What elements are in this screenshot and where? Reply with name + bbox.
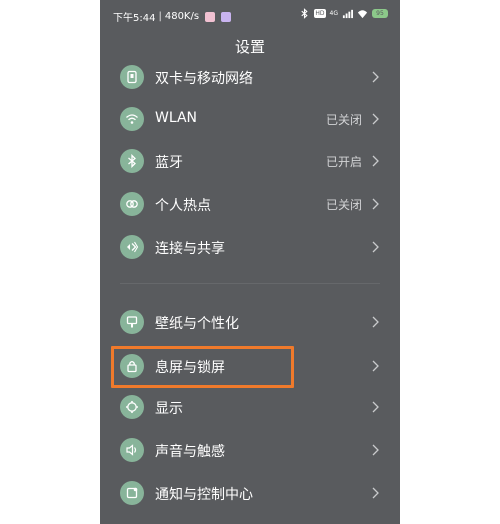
hd-badge: HD	[314, 9, 326, 18]
settings-item-status: 已关闭	[325, 198, 362, 212]
chevron-right-icon	[372, 155, 379, 167]
battery-indicator: 95	[372, 9, 388, 18]
section-divider	[120, 283, 380, 284]
wifi-icon	[120, 107, 144, 131]
settings-item-label: WLAN	[155, 110, 198, 126]
notification-app-icon	[221, 11, 232, 22]
sound-icon	[120, 438, 144, 462]
chevron-right-icon	[372, 401, 379, 413]
chevron-right-icon	[372, 241, 379, 253]
status-time: 下午5:44	[113, 13, 156, 24]
sim-card-icon	[120, 65, 144, 89]
signal-icon	[342, 9, 353, 19]
status-separator: |	[158, 11, 162, 22]
settings-item-status: 已关闭	[325, 113, 362, 127]
settings-item-label: 声音与触感	[155, 444, 225, 460]
settings-item-bluetooth[interactable]: 蓝牙 已开启	[100, 140, 400, 182]
settings-item-wallpaper[interactable]: 壁纸与个性化	[100, 301, 400, 343]
settings-item-label: 通知与控制中心	[155, 487, 253, 503]
network-type: 4G	[329, 9, 338, 17]
settings-item-hotspot[interactable]: 个人热点 已关闭	[100, 183, 400, 225]
bluetooth-status-icon	[301, 8, 309, 19]
settings-item-label: 壁纸与个性化	[155, 316, 239, 332]
chevron-right-icon	[372, 487, 379, 499]
phone-screen: 下午5:44 | 480K/s HD 4G 95 设置 双卡与移动网络 WLAN…	[100, 0, 400, 524]
chevron-right-icon	[372, 113, 379, 125]
page-title: 设置	[234, 38, 265, 56]
chevron-right-icon	[372, 198, 379, 210]
status-right: HD 4G 95	[299, 8, 388, 19]
settings-item-sound[interactable]: 声音与触感	[100, 429, 400, 471]
notification-app-icon	[205, 11, 216, 22]
settings-item-label: 显示	[155, 401, 183, 417]
display-icon	[120, 395, 144, 419]
wifi-status-icon	[357, 10, 368, 19]
highlight-box	[111, 346, 294, 388]
wallpaper-icon	[120, 310, 144, 334]
status-left: 下午5:44 | 480K/s	[113, 9, 232, 24]
bluetooth-icon	[120, 149, 144, 173]
settings-item-status: 已开启	[325, 155, 362, 169]
settings-item-wlan[interactable]: WLAN 已关闭	[100, 98, 400, 140]
settings-item-connection-sharing[interactable]: 连接与共享	[100, 226, 400, 268]
hotspot-icon	[120, 192, 144, 216]
settings-item-label: 连接与共享	[155, 241, 225, 257]
chevron-right-icon	[372, 360, 379, 372]
chevron-right-icon	[372, 316, 379, 328]
settings-item-label: 蓝牙	[155, 155, 183, 171]
status-bar: 下午5:44 | 480K/s HD 4G 95	[100, 0, 400, 30]
share-icon	[120, 235, 144, 259]
status-network-speed: 480K/s	[164, 11, 200, 22]
settings-item-dual-sim[interactable]: 双卡与移动网络	[100, 56, 400, 98]
chevron-right-icon	[372, 71, 379, 83]
settings-item-label: 个人热点	[155, 198, 211, 214]
settings-item-label: 双卡与移动网络	[155, 71, 253, 87]
settings-item-notifications[interactable]: 通知与控制中心	[100, 472, 400, 514]
chevron-right-icon	[372, 444, 379, 456]
settings-item-display[interactable]: 显示	[100, 386, 400, 428]
notification-icon	[120, 481, 144, 505]
